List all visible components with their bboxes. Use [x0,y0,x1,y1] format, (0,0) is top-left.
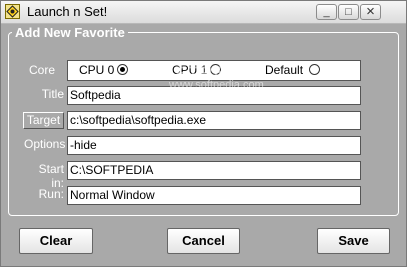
options-label: Options [24,137,66,151]
radio-unchecked-icon[interactable] [309,64,320,75]
core-option-cpu0[interactable]: CPU 0 [79,63,128,77]
core-option-label: Default [265,63,304,77]
title-bar[interactable]: Launch n Set! _ □ × [1,1,406,24]
core-option-label: CPU 0 [79,63,115,77]
app-window: Launch n Set! _ □ × Add New Favorite Cor… [0,0,407,267]
close-button[interactable]: × [360,4,381,20]
start-in-label: Start in: [38,162,64,190]
clear-button[interactable]: Clear [19,228,93,254]
run-label: Run: [38,187,64,201]
groupbox-title: Add New Favorite [12,25,128,40]
save-button[interactable]: Save [317,228,390,254]
minimize-button[interactable]: _ [316,4,337,20]
options-field[interactable]: -hide [67,136,361,155]
target-field[interactable]: c:\softpedia\softpedia.exe [67,111,361,130]
watermark-url: www.softpedia.com [169,79,264,91]
maximize-button[interactable]: □ [338,4,359,20]
diamond-launch-icon [5,4,20,19]
title-label: Title [41,87,64,101]
start-in-field[interactable]: C:\SOFTPEDIA [67,161,361,180]
cancel-button[interactable]: Cancel [167,228,240,254]
run-select[interactable]: Normal Window [67,186,361,205]
core-option-default[interactable]: Default [265,63,320,77]
target-browse-button[interactable]: Target [23,112,64,129]
core-label: Core [29,63,56,77]
window-title: Launch n Set! [27,4,108,19]
radio-checked-icon[interactable] [117,64,128,75]
